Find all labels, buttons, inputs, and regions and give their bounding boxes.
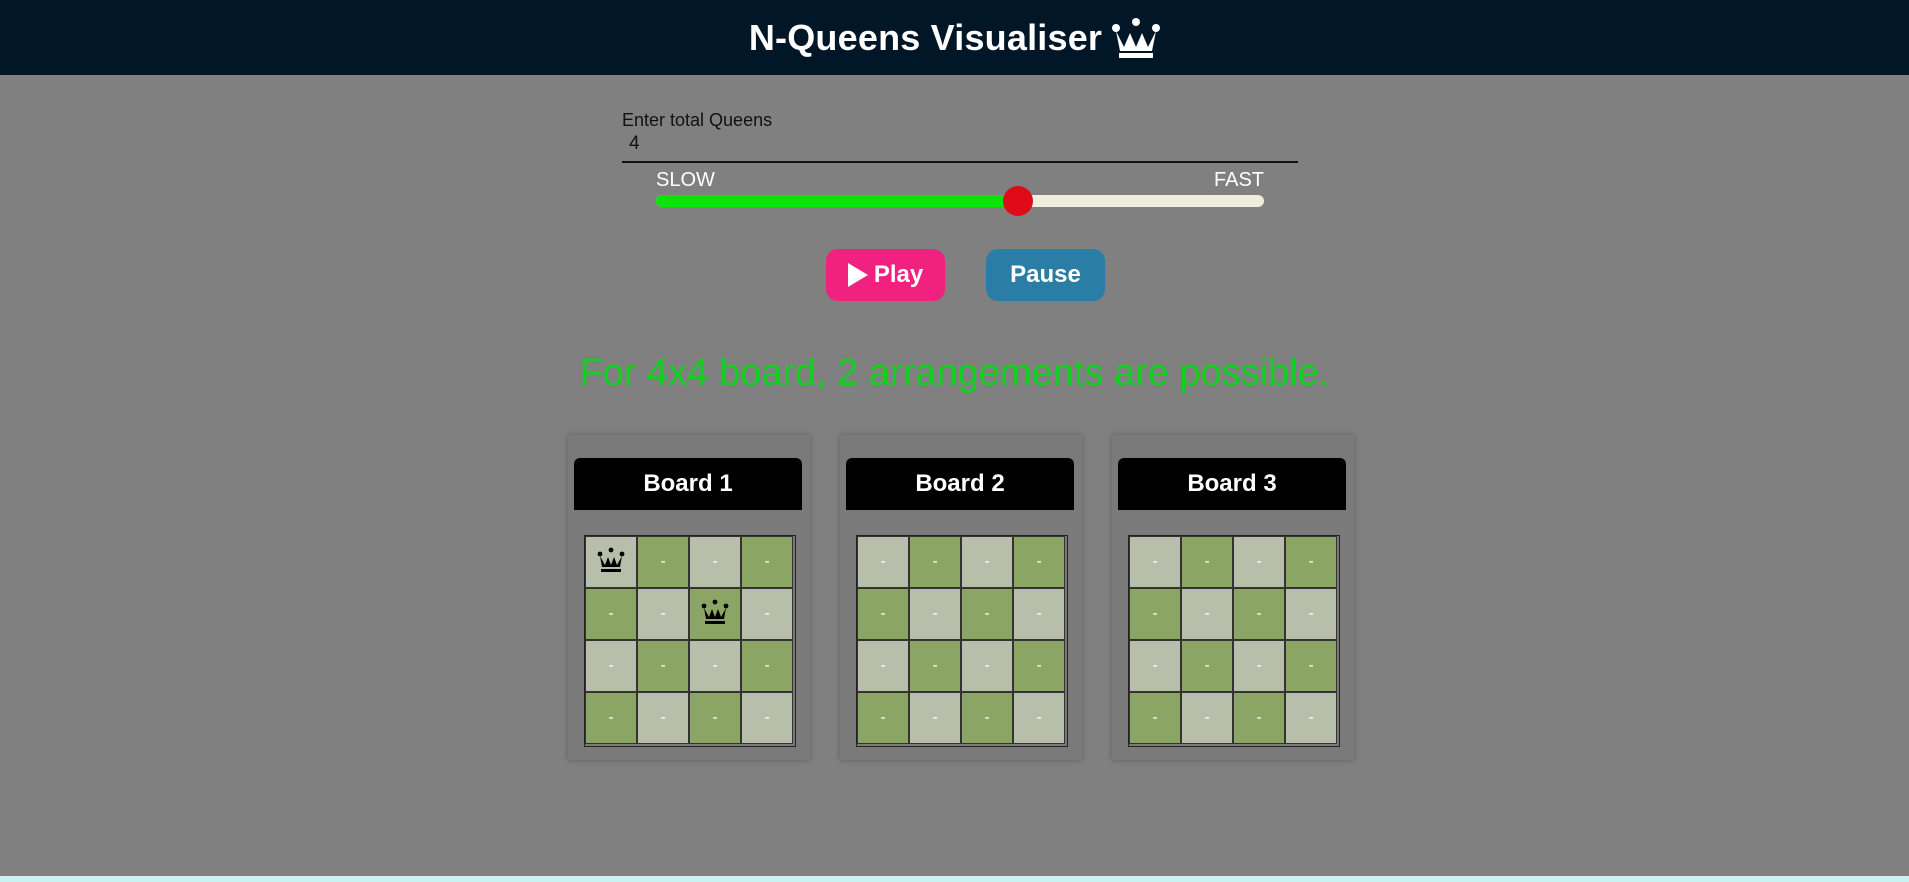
- board-cell: -: [1181, 536, 1233, 588]
- pause-button-label: Pause: [1010, 261, 1081, 288]
- board-cell: -: [585, 692, 637, 744]
- speed-control: SLOW FAST: [656, 169, 1264, 216]
- queen-icon: [597, 547, 625, 578]
- app-header: N-Queens Visualiser: [0, 0, 1909, 75]
- board-cell: -: [1129, 640, 1181, 692]
- board-cell: -: [637, 588, 689, 640]
- board-cell: -: [637, 692, 689, 744]
- board-cell: -: [909, 536, 961, 588]
- board-cell: -: [909, 640, 961, 692]
- board-cell: -: [689, 692, 741, 744]
- board-cell: -: [689, 536, 741, 588]
- board-card: Board 1 --------------: [568, 435, 810, 760]
- board-cell: -: [1233, 640, 1285, 692]
- chess-board: ----------------: [856, 535, 1068, 747]
- queens-count-input[interactable]: [622, 133, 1298, 163]
- board-title: Board 3: [1118, 458, 1346, 510]
- board-cell: -: [741, 692, 793, 744]
- board-cell: -: [1285, 640, 1337, 692]
- board-cell: -: [1129, 692, 1181, 744]
- board-cell: -: [961, 640, 1013, 692]
- board-cell: -: [961, 536, 1013, 588]
- board-cell: -: [961, 588, 1013, 640]
- board-cell: -: [1285, 536, 1337, 588]
- controls-panel: Enter total Queens SLOW FAST: [622, 110, 1298, 216]
- board-cell: -: [909, 692, 961, 744]
- board-cell: -: [857, 640, 909, 692]
- board-title: Board 1: [574, 458, 802, 510]
- board-cell: -: [1013, 692, 1065, 744]
- board-cell: -: [857, 692, 909, 744]
- bottom-strip: [0, 876, 1909, 882]
- board-cell: -: [585, 640, 637, 692]
- board-title: Board 2: [846, 458, 1074, 510]
- board-cell: -: [741, 536, 793, 588]
- speed-slow-label: SLOW: [656, 169, 715, 191]
- board-cell: -: [1129, 588, 1181, 640]
- board-cell: -: [1233, 692, 1285, 744]
- board-cell: -: [637, 536, 689, 588]
- queen-cell: [689, 588, 741, 640]
- board-cell: -: [1285, 692, 1337, 744]
- board-cell: -: [1233, 588, 1285, 640]
- board-cell: -: [741, 640, 793, 692]
- chess-board: --------------: [584, 535, 796, 747]
- speed-slider[interactable]: [656, 186, 1264, 216]
- speed-slider-fill: [656, 195, 1018, 207]
- board-cell: -: [585, 588, 637, 640]
- crown-icon: [1112, 17, 1161, 59]
- board-cell: -: [1181, 588, 1233, 640]
- queens-input-label: Enter total Queens: [622, 110, 773, 130]
- board-cell: -: [1181, 692, 1233, 744]
- board-cell: -: [637, 640, 689, 692]
- board-cell: -: [961, 692, 1013, 744]
- board-cell: -: [741, 588, 793, 640]
- queen-icon: [701, 599, 729, 630]
- board-card: Board 3 ----------------: [1112, 435, 1354, 760]
- board-cell: -: [857, 536, 909, 588]
- board-cell: -: [689, 640, 741, 692]
- board-cell: -: [1181, 640, 1233, 692]
- queen-cell: [585, 536, 637, 588]
- play-button[interactable]: Play: [826, 249, 945, 301]
- board-cell: -: [1233, 536, 1285, 588]
- board-cell: -: [857, 588, 909, 640]
- play-button-label: Play: [873, 261, 924, 288]
- board-cell: -: [1285, 588, 1337, 640]
- board-cell: -: [1013, 640, 1065, 692]
- speed-fast-label: FAST: [1213, 169, 1264, 191]
- chess-board: ----------------: [1128, 535, 1340, 747]
- board-cell: -: [1013, 588, 1065, 640]
- board-cell: -: [1129, 536, 1181, 588]
- result-message: For 4x4 board, 2 arrangements are possib…: [579, 352, 1330, 394]
- play-icon: [847, 263, 868, 287]
- boards-container: Board 1 -------------- Board 2 ---------…: [568, 435, 1354, 760]
- board-card: Board 2 ----------------: [840, 435, 1082, 760]
- app-title: N-Queens Visualiser: [748, 16, 1103, 58]
- pause-button[interactable]: Pause: [986, 249, 1105, 301]
- speed-slider-thumb[interactable]: [1002, 186, 1033, 216]
- board-cell: -: [909, 588, 961, 640]
- board-cell: -: [1013, 536, 1065, 588]
